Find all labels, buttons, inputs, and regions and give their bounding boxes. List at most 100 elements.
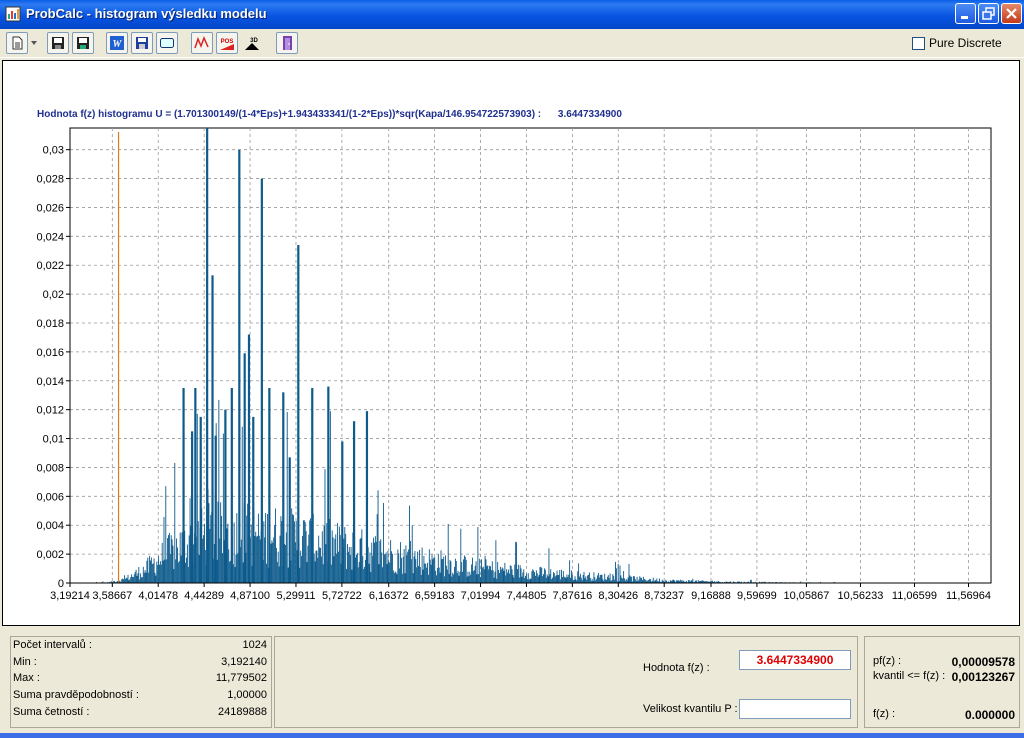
histogram-bar [171,539,173,583]
histogram-bar [528,579,530,583]
histogram-bar [533,570,535,583]
3d-chart-button[interactable]: 3D [241,32,263,54]
histogram-bar [373,537,375,583]
histogram-bar [438,567,440,583]
histogram-bar [294,542,296,583]
histogram-bar [326,523,328,583]
histogram-bar [490,566,491,583]
histogram-bar [639,576,641,583]
histogram-bar [571,574,573,583]
pure-discrete-toggle[interactable]: Pure Discrete [912,35,1002,51]
histogram-bar [374,536,376,583]
histogram-bar [564,577,566,583]
line-chart-button[interactable] [191,32,213,54]
histogram-bar [552,577,553,583]
histogram-bar [454,566,455,583]
histogram-bar [301,555,303,583]
dropdown-arrow-icon[interactable] [31,41,37,45]
histogram-bar [371,542,373,583]
bottom-panel: Počet intervalů : 1024 Min : 3,192140 Ma… [0,632,1024,738]
histogram-bar [164,559,166,583]
histogram-bar [400,557,402,583]
histogram-bar [433,557,435,583]
histogram-bar [275,547,277,583]
histogram-bar [417,551,419,583]
histogram-bar [543,574,544,583]
quantile-label: Velikost kvantilu P : [643,703,738,715]
restore-button[interactable] [978,3,999,24]
histogram-bar [154,572,156,583]
histogram-bar [390,540,392,583]
histogram-bar [308,534,310,583]
frame-icon [160,38,174,48]
histogram-bar [555,575,557,583]
close-button[interactable] [1001,3,1022,24]
histogram-bar [325,544,327,583]
histogram-bar [131,574,133,583]
pos-chart-button[interactable]: POS [216,32,238,54]
histogram-bar [600,574,602,583]
histogram-bar [567,576,569,583]
histogram-bar [139,579,141,583]
histogram-bar [426,567,428,583]
histogram-bar [210,514,212,583]
word-export-button[interactable]: W [106,32,128,54]
f-result-value: 0.000000 [964,708,1015,722]
histogram-bar [634,579,636,583]
histogram-bar [597,572,599,583]
histogram-bar [425,563,427,583]
histogram-bar [386,564,388,583]
histogram-bar [466,576,468,583]
histogram-bar [539,567,541,583]
histogram-peak-bar [365,411,369,583]
histogram-bar [240,539,242,583]
x-tick-label: 3,19214 [50,590,90,602]
histogram-bar [476,574,478,583]
histogram-bar [484,555,486,583]
minimize-button[interactable] [955,3,976,24]
quantile-input[interactable] [739,699,851,719]
frame-button[interactable] [156,32,178,54]
histogram-bar [501,567,503,583]
histogram-bar [181,532,183,583]
histogram-bar [650,579,652,583]
histogram-bar [348,547,350,583]
histogram-bar [177,562,179,583]
histogram-bar [491,561,493,583]
histogram-peak-bar [194,388,197,583]
histogram-bar [255,531,257,583]
histogram-bar [615,568,617,583]
close-icon [1006,8,1017,19]
disk-button[interactable] [131,32,153,54]
histogram-bar [233,522,235,583]
histogram-bar [274,525,276,583]
histogram-bar [597,575,598,583]
histogram-bar [385,552,387,583]
new-document-button[interactable] [6,32,28,54]
histogram-bar [558,575,560,583]
histogram-bar [550,569,552,583]
histogram-bar [594,577,596,583]
histogram-bar [506,569,508,583]
save-as-button[interactable] [72,32,94,54]
pure-discrete-checkbox[interactable] [912,36,925,50]
histogram-bar [329,411,331,583]
histogram-bar [347,544,348,583]
histogram-bar [317,557,319,583]
histogram-bar [496,578,498,583]
histogram-bar [134,571,136,583]
histogram-bar [306,562,308,583]
histogram-bar [543,568,545,583]
histogram-bar [346,568,348,583]
exit-button[interactable] [276,32,298,54]
f-value-input[interactable]: 3.6447334900 [739,650,851,670]
histogram-bar [468,576,470,583]
save-button[interactable] [47,32,69,54]
histogram-peak-bar [224,409,227,583]
histogram-bar [173,569,175,583]
histogram-bar [473,570,475,583]
x-tick-label: 10,05867 [783,590,829,602]
histogram-bar [427,562,428,583]
x-tick-label: 11,56964 [946,590,991,602]
histogram-bar [486,566,488,583]
